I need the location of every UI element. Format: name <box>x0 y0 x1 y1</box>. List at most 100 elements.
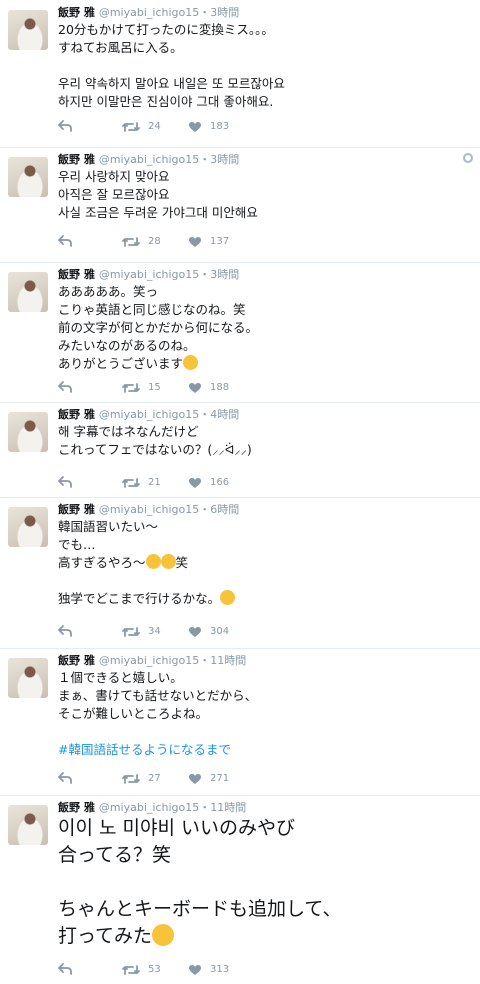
tweet-line-text: 韓国語習いたい〜 <box>58 519 159 534</box>
tweet[interactable]: 飯野 雅 @miyabi_ichigo15・11時間 이이 노 미야비 いいのみやび… <box>0 795 480 984</box>
heart-icon <box>188 121 202 133</box>
tweet-timestamp[interactable]: 3時間 <box>210 153 239 166</box>
like-count: 137 <box>210 236 230 247</box>
tweet-line: 아직은 잘 모르잖아요 <box>58 186 258 204</box>
avatar[interactable] <box>8 805 48 845</box>
retweet-icon <box>122 626 140 638</box>
tweet[interactable]: 飯野 雅 @miyabi_ichigo15・4時間 해 字幕ではネなんだけど これって… <box>0 402 480 497</box>
retweet-button[interactable]: 34 <box>122 625 161 639</box>
inline-text: 笑 <box>175 555 189 570</box>
avatar[interactable] <box>8 272 48 312</box>
hashtag-link[interactable]: #韓国語話せるようになるまで <box>58 741 257 759</box>
sweat-smile-emoji <box>152 924 175 946</box>
user-handle[interactable]: @miyabi_ichigo15 <box>99 801 199 814</box>
avatar[interactable] <box>8 412 48 452</box>
tweet-timestamp[interactable]: 3時間 <box>210 268 239 281</box>
tweet-line-text: 아직은 잘 모르잖아요 <box>58 187 170 202</box>
reply-button[interactable] <box>58 963 72 975</box>
reply-icon <box>58 625 72 637</box>
tweet-line <box>58 723 257 741</box>
reply-button[interactable] <box>58 120 72 132</box>
retweet-button[interactable]: 28 <box>122 235 161 249</box>
user-name[interactable]: 飯野 雅 <box>58 503 95 516</box>
retweet-count: 24 <box>148 121 161 132</box>
gear-icon[interactable] <box>463 153 473 163</box>
retweet-count: 15 <box>148 382 161 393</box>
user-handle[interactable]: @miyabi_ichigo15 <box>99 6 199 19</box>
tweet-actions: 28 137 <box>58 235 318 251</box>
tweet-line <box>58 57 285 75</box>
tweet[interactable]: 飯野 雅 @miyabi_ichigo15・6時間 韓国語習いたい〜 でも… 高すぎるや… <box>0 497 480 648</box>
heart-icon <box>188 477 202 489</box>
time-separator: ・ <box>199 654 211 667</box>
like-button[interactable]: 166 <box>188 476 229 490</box>
user-name[interactable]: 飯野 雅 <box>58 6 95 19</box>
like-button[interactable]: 183 <box>188 120 229 134</box>
avatar[interactable] <box>8 507 48 547</box>
tweet[interactable]: 飯野 雅 @miyabi_ichigo15・3時間 あああああ。笑っ こりゃ英語と同じ… <box>0 262 480 402</box>
tweet-timestamp[interactable]: 3時間 <box>210 6 239 19</box>
reply-button[interactable] <box>58 381 72 393</box>
tweet-timestamp[interactable]: 6時間 <box>210 503 239 516</box>
avatar[interactable] <box>8 10 48 50</box>
retweet-count: 34 <box>148 626 161 637</box>
reply-button[interactable] <box>58 772 72 784</box>
user-name[interactable]: 飯野 雅 <box>58 408 95 421</box>
tweet-timestamp[interactable]: 11時間 <box>210 654 246 667</box>
retweet-button[interactable]: 21 <box>122 476 161 490</box>
user-name[interactable]: 飯野 雅 <box>58 268 95 281</box>
reply-icon <box>58 476 72 488</box>
tweet-header: 飯野 雅 @miyabi_ichigo15・11時間 <box>58 801 246 815</box>
tweet-line: 20分もかけて打ったのに変換ミス。。。 <box>58 21 285 39</box>
tweet-line: 하지만 이말만은 진심이야 그대 좋아해요. <box>58 93 285 111</box>
user-handle[interactable]: @miyabi_ichigo15 <box>99 153 199 166</box>
tweet-line-text: 하지만 이말만은 진심이야 그대 좋아해요. <box>58 94 274 109</box>
tweet-line-text: そこが難しいところよね。 <box>58 706 209 721</box>
retweet-button[interactable]: 27 <box>122 772 161 786</box>
like-button[interactable]: 188 <box>188 381 229 395</box>
like-button[interactable]: 137 <box>188 235 229 249</box>
tweet-line: そこが難しいところよね。 <box>58 705 257 723</box>
reply-button[interactable] <box>58 625 72 637</box>
avatar[interactable] <box>8 157 48 197</box>
retweet-count: 21 <box>148 477 161 488</box>
like-button[interactable]: 304 <box>188 625 229 639</box>
like-button[interactable]: 271 <box>188 772 229 786</box>
like-count: 271 <box>210 773 230 784</box>
tweet-timestamp[interactable]: 11時間 <box>210 801 246 814</box>
retweet-button[interactable]: 15 <box>122 381 161 395</box>
user-handle[interactable]: @miyabi_ichigo15 <box>99 268 199 281</box>
tweet-text: 韓国語習いたい〜 でも… 高すぎるやろ〜 笑独学でどこまで行けるかな。 <box>58 518 236 608</box>
user-handle[interactable]: @miyabi_ichigo15 <box>99 654 199 667</box>
reply-button[interactable] <box>58 235 72 247</box>
tweet-header: 飯野 雅 @miyabi_ichigo15・11時間 <box>58 654 246 668</box>
like-button[interactable]: 313 <box>188 963 229 977</box>
tweet-line: 韓国語習いたい〜 <box>58 518 235 536</box>
user-name[interactable]: 飯野 雅 <box>58 153 95 166</box>
retweet-button[interactable]: 53 <box>122 963 161 977</box>
user-handle[interactable]: @miyabi_ichigo15 <box>99 503 199 516</box>
tweet-line: ありがとうございます <box>58 355 258 373</box>
retweet-icon <box>122 773 140 785</box>
sweat-smile-emoji <box>220 590 236 605</box>
tweet-line-text: 사실 조금은 두려운 가야그대 미안해요 <box>58 205 258 220</box>
avatar[interactable] <box>8 658 48 698</box>
time-separator: ・ <box>199 408 211 421</box>
time-separator: ・ <box>199 801 211 814</box>
smiling-face-emoji <box>183 355 199 370</box>
tweet[interactable]: 飯野 雅 @miyabi_ichigo15・3時間 우리 사랑하지 맞아요 아직은 잘… <box>0 147 480 262</box>
tweet-line-text: 우리 사랑하지 맞아요 <box>58 169 170 184</box>
retweet-button[interactable]: 24 <box>122 120 161 134</box>
user-name[interactable]: 飯野 雅 <box>58 801 95 814</box>
tweet-line: こりゃ英語と同じ感じなのね。笑 <box>58 301 258 319</box>
user-name[interactable]: 飯野 雅 <box>58 654 95 667</box>
tweet-header: 飯野 雅 @miyabi_ichigo15・3時間 <box>58 6 239 20</box>
tweet-line: 해 字幕ではネなんだけど <box>58 423 252 441</box>
tweet[interactable]: 飯野 雅 @miyabi_ichigo15・11時間 １個できると嬉しい。 まぁ、書け… <box>0 648 480 795</box>
tweet-line-text: ちゃんとキーボードも追加して、 <box>58 898 342 920</box>
user-handle[interactable]: @miyabi_ichigo15 <box>99 408 199 421</box>
retweet-count: 27 <box>148 773 161 784</box>
tweet[interactable]: 飯野 雅 @miyabi_ichigo15・3時間 20分もかけて打ったのに変換ミス… <box>0 0 480 147</box>
reply-button[interactable] <box>58 476 72 488</box>
tweet-timestamp[interactable]: 4時間 <box>210 408 239 421</box>
